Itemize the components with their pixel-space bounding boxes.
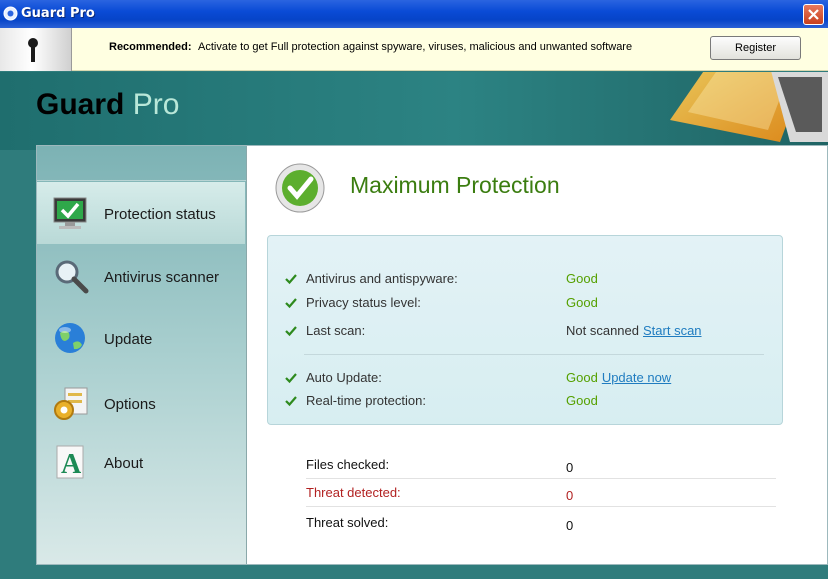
status-label: Antivirus and antispyware: (306, 271, 458, 286)
last-scan-value: Not scanned (566, 323, 639, 338)
auto-update-value: Good (566, 370, 598, 385)
monitor-check-icon (53, 197, 87, 229)
status-value: Good (566, 271, 598, 286)
stat-label: Files checked: (306, 457, 390, 472)
notification-message: Recommended: Activate to get Full protec… (109, 41, 632, 53)
stat-label: Threat solved: (306, 515, 389, 530)
status-label: Privacy status level: (306, 295, 421, 310)
page-title: Maximum Protection (350, 172, 560, 198)
sidebar-item-label: Antivirus scanner (104, 269, 220, 286)
sidebar-item-options[interactable]: Options (37, 372, 245, 434)
lock-tile (0, 28, 72, 71)
main-panel: Protection status Antivirus scanner Upda… (36, 145, 828, 565)
sidebar-item-antivirus-scanner[interactable]: Antivirus scanner (37, 245, 245, 307)
stat-value: 0 (566, 488, 574, 503)
status-row-last-scan: Last scan: Not scanned Start scan (268, 322, 784, 342)
register-button[interactable]: Register (710, 36, 801, 60)
sidebar-item-about[interactable]: A About (37, 431, 245, 493)
title-bar: Guard Pro (0, 0, 828, 28)
check-icon (285, 274, 297, 285)
sidebar-item-label: About (104, 455, 144, 472)
status-value: Good Update now (566, 370, 671, 385)
check-icon (285, 298, 297, 309)
status-row-realtime: Real-time protection: Good (268, 392, 784, 412)
stat-threat-detected: Threat detected: 0 (306, 479, 776, 507)
close-button[interactable] (803, 4, 824, 25)
sidebar-top (37, 146, 246, 181)
status-divider (304, 354, 764, 355)
status-row-antivirus: Antivirus and antispyware: Good (268, 270, 784, 290)
check-icon (285, 396, 297, 407)
update-now-link[interactable]: Update now (602, 370, 671, 385)
app-header: Guard Pro (0, 72, 828, 150)
status-label: Real-time protection: (306, 393, 426, 408)
notification-text: Activate to get Full protection against … (197, 41, 633, 53)
close-icon (808, 9, 819, 20)
stat-value: 0 (566, 518, 574, 533)
status-value: Good (566, 295, 598, 310)
window-title: Guard Pro (21, 6, 95, 21)
sidebar-item-protection-status[interactable]: Protection status (37, 182, 245, 244)
app-shield-icon (3, 6, 18, 21)
status-row-privacy: Privacy status level: Good (268, 294, 784, 314)
gear-options-icon (54, 387, 88, 420)
svg-text:A: A (61, 449, 82, 480)
stat-files-checked: Files checked: 0 (306, 451, 776, 479)
content-area: Maximum Protection Antivirus and antispy… (248, 146, 828, 564)
monitor-graphic-icon (670, 72, 828, 142)
brand-word-pro: Pro (132, 88, 180, 121)
brand-word-guard: Guard (36, 88, 125, 121)
status-label: Last scan: (306, 323, 366, 338)
status-label: Auto Update: (306, 370, 382, 385)
keyhole-icon (28, 38, 38, 62)
start-scan-link[interactable]: Start scan (643, 323, 702, 338)
status-value: Not scanned Start scan (566, 323, 702, 338)
status-value: Good (566, 393, 598, 408)
about-a-icon: A (56, 445, 84, 480)
protected-check-icon (275, 163, 325, 213)
status-panel: Antivirus and antispyware: Good Privacy … (267, 235, 783, 425)
brand-logo: Guard Pro (36, 88, 179, 122)
notification-label: Recommended: (109, 41, 192, 53)
sidebar-item-label: Update (104, 331, 153, 348)
stat-value: 0 (566, 460, 574, 475)
status-row-auto-update: Auto Update: Good Update now (268, 369, 784, 389)
sidebar: Protection status Antivirus scanner Upda… (37, 146, 247, 564)
activation-notification-bar: Recommended: Activate to get Full protec… (0, 28, 828, 71)
check-icon (285, 373, 297, 384)
stat-label: Threat detected: (306, 485, 401, 500)
stat-threat-solved: Threat solved: 0 (306, 509, 776, 537)
check-icon (285, 326, 297, 337)
sidebar-item-label: Options (104, 396, 156, 413)
sidebar-item-update[interactable]: Update (37, 307, 245, 369)
magnifier-icon (55, 260, 89, 294)
globe-icon (55, 323, 85, 353)
sidebar-item-label: Protection status (104, 206, 216, 223)
